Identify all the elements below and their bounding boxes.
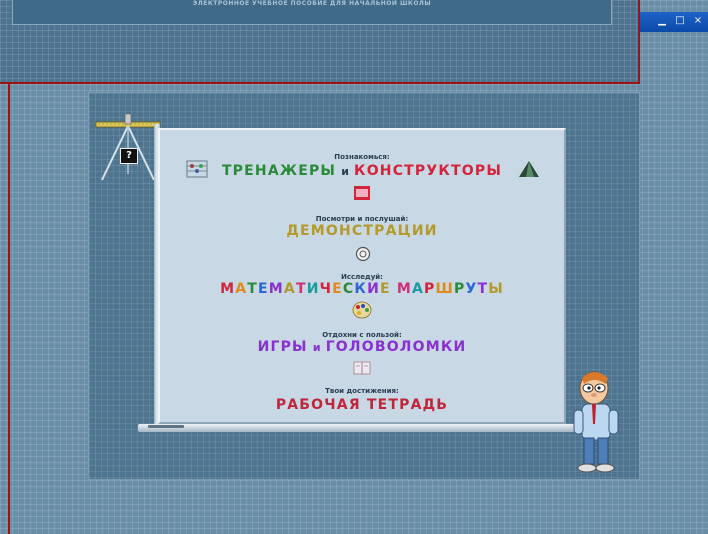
header-title-plate: ЭЛЕКТРОННОЕ УЧЕБНОЕ ПОСОБИЕ ДЛЯ НАЧАЛЬНО… — [12, 0, 612, 25]
chalk-icon — [148, 425, 184, 428]
demos-link[interactable]: ДЕМОНСТРАЦИИ — [158, 220, 566, 239]
window-titlebar: ▁ □ × — [640, 12, 708, 32]
demos-title[interactable]: ДЕМОНСТРАЦИИ — [286, 223, 437, 239]
notebook-icon[interactable] — [352, 360, 372, 376]
help-button[interactable]: ? — [120, 148, 138, 164]
film-icon[interactable] — [353, 185, 371, 201]
routes-title[interactable]: МАТЕМАТИЧЕСКИЕ МАРШРУТЫ — [220, 281, 504, 297]
abacus-icon[interactable] — [186, 160, 208, 178]
games-link[interactable]: ИГРЫ и ГОЛОВОЛОМКИ — [158, 336, 566, 355]
header-subtitle: ЭЛЕКТРОННОЕ УЧЕБНОЕ ПОСОБИЕ ДЛЯ НАЧАЛЬНО… — [192, 0, 432, 7]
trainers-word[interactable]: ТРЕНАЖЕРЫ — [222, 163, 336, 179]
workbook-title[interactable]: РАБОЧАЯ ТЕТРАДЬ — [276, 397, 448, 413]
routes-link[interactable]: МАТЕМАТИЧЕСКИЕ МАРШРУТЫ — [158, 278, 566, 297]
header-banner: ЭЛЕКТРОННОЕ УЧЕБНОЕ ПОСОБИЕ ДЛЯ НАЧАЛЬНО… — [0, 0, 640, 84]
trainers-link[interactable]: ТРЕНАЖЕРЫ и КОНСТРУКТОРЫ — [158, 160, 566, 179]
left-frame-line — [8, 84, 10, 534]
pyramid-icon[interactable] — [518, 160, 540, 178]
board-shelf — [138, 424, 578, 432]
palette-icon[interactable] — [352, 301, 372, 319]
compass-icon[interactable] — [355, 246, 371, 262]
constructors-word[interactable]: КОНСТРУКТОРЫ — [354, 163, 502, 179]
minimize-icon[interactable]: ▁ — [656, 15, 668, 27]
trainers-conj: и — [341, 165, 349, 178]
games-conj: и — [312, 341, 321, 354]
cartoon-boy-icon — [573, 371, 619, 473]
workbook-link[interactable]: РАБОЧАЯ ТЕТРАДЬ — [158, 394, 566, 413]
close-icon[interactable]: × — [692, 15, 704, 27]
restore-icon[interactable]: □ — [674, 15, 686, 27]
puzzles-word[interactable]: ГОЛОВОЛОМКИ — [326, 339, 467, 355]
games-word[interactable]: ИГРЫ — [258, 339, 308, 355]
